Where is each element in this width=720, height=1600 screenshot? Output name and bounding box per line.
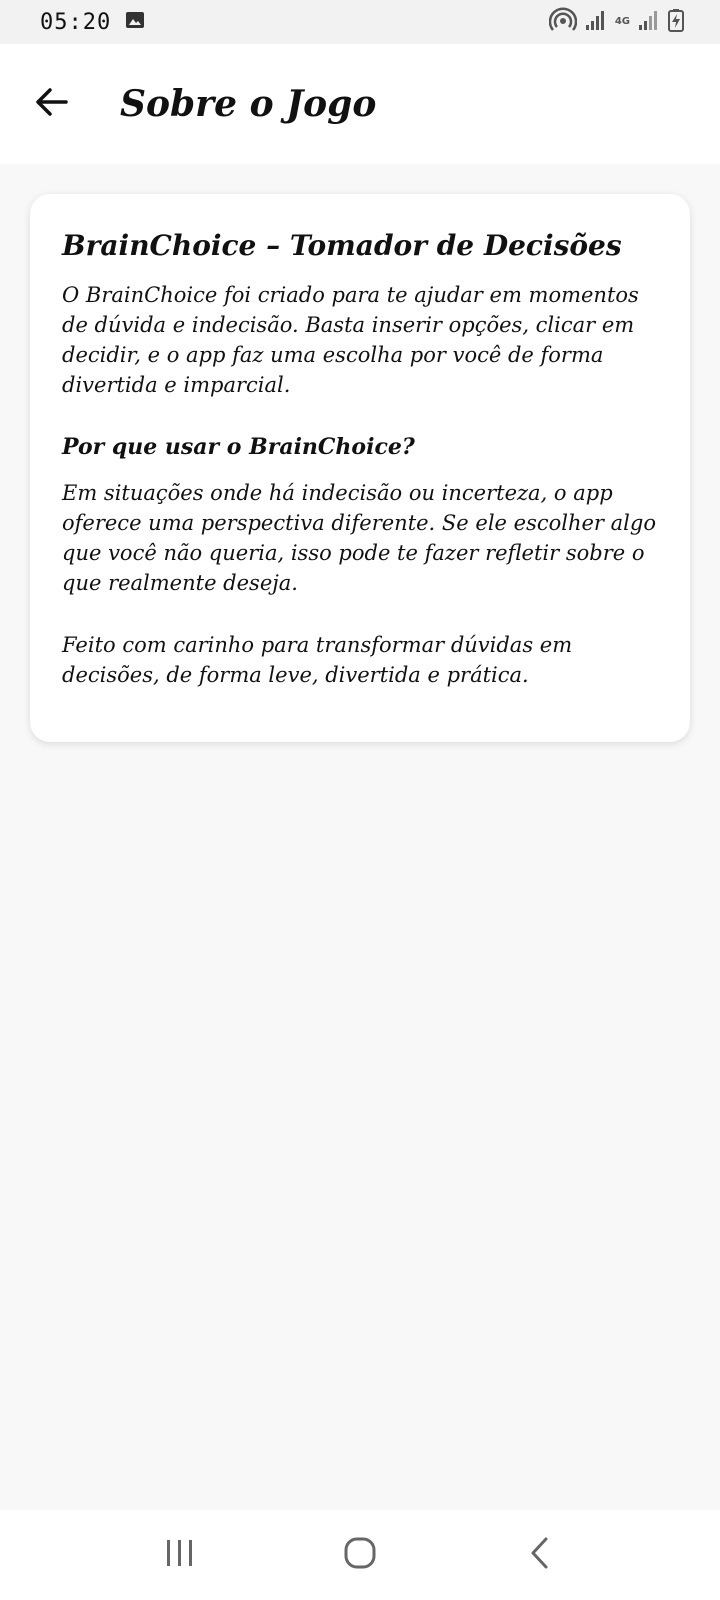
status-bar: 05:20 4G — [0, 0, 720, 44]
home-icon — [343, 1536, 377, 1574]
signal-secondary-icon — [638, 9, 660, 35]
content-area: BrainChoice – Tomador de Decisões O Brai… — [0, 164, 720, 1510]
app-bar: Sobre o Jogo — [0, 44, 720, 164]
arrow-left-icon — [34, 84, 70, 124]
status-right: 4G — [548, 7, 684, 37]
network-type-label: 4G — [614, 16, 630, 27]
status-left: 05:20 — [40, 10, 145, 35]
recent-apps-button[interactable] — [140, 1525, 220, 1585]
about-card: BrainChoice – Tomador de Decisões O Brai… — [30, 194, 690, 742]
card-title: BrainChoice – Tomador de Decisões — [62, 229, 622, 262]
signal-icon — [585, 9, 607, 35]
chevron-left-icon — [528, 1536, 552, 1574]
card-closing-text: Feito com carinho para transformar dúvid… — [62, 633, 573, 687]
system-nav-bar — [0, 1510, 720, 1600]
status-time: 05:20 — [40, 9, 112, 35]
card-reason-text: Em situações onde há indecisão ou incert… — [62, 481, 656, 595]
nav-back-button[interactable] — [500, 1525, 580, 1585]
card-intro-text: O BrainChoice foi criado para te ajudar … — [62, 283, 639, 397]
gallery-notification-icon — [125, 10, 145, 34]
hotspot-icon — [548, 7, 578, 37]
back-button[interactable] — [20, 72, 84, 136]
card-subtitle: Por que usar o BrainChoice? — [62, 434, 415, 460]
recent-apps-icon — [164, 1538, 196, 1572]
home-button[interactable] — [320, 1525, 400, 1585]
battery-charging-icon — [668, 8, 684, 36]
page-title: Sobre o Jogo — [120, 83, 377, 125]
